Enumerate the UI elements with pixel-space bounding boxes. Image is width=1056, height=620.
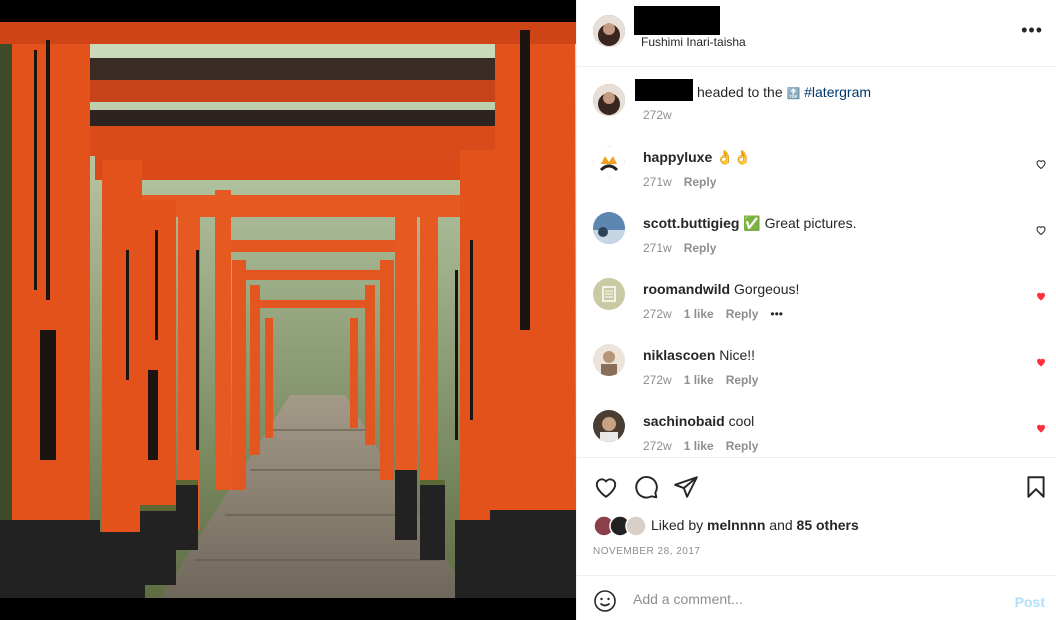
- commenter-avatar[interactable]: [593, 212, 625, 244]
- happyluxe-avatar-image: [593, 146, 625, 178]
- reply-button[interactable]: Reply: [726, 307, 759, 321]
- post-details-panel: Fushimi Inari-taisha ••• headed to the 🔝…: [576, 0, 1056, 620]
- bookmark-icon[interactable]: [1023, 474, 1049, 500]
- likes-and: and: [769, 517, 793, 533]
- likes-prefix: Liked by: [651, 517, 704, 533]
- heart-filled-icon[interactable]: [1035, 290, 1047, 302]
- like-heart-icon[interactable]: [593, 474, 619, 500]
- heart-filled-icon[interactable]: [1035, 356, 1047, 368]
- caption-timestamp[interactable]: 272w: [643, 108, 672, 122]
- more-options-icon[interactable]: •••: [1021, 20, 1043, 41]
- comment-meta: 272w 1 like Reply: [643, 439, 770, 453]
- post-header: Fushimi Inari-taisha •••: [577, 0, 1056, 67]
- reply-button[interactable]: Reply: [726, 373, 759, 387]
- comment-meta: 272w 1 like Reply •••: [643, 307, 795, 321]
- commenter-avatar[interactable]: [593, 410, 625, 442]
- reply-button[interactable]: Reply: [684, 241, 717, 255]
- comment-more-icon[interactable]: •••: [770, 307, 783, 321]
- caption-body: headed to the: [697, 84, 783, 100]
- comment-item: niklascoen Nice!! 272w 1 like Reply: [577, 344, 1056, 410]
- commenter-avatar[interactable]: [593, 278, 625, 310]
- likes-others-link[interactable]: 85 others: [797, 517, 859, 533]
- hashtag-link[interactable]: #latergram: [804, 84, 871, 100]
- comment-time[interactable]: 271w: [643, 241, 672, 255]
- heart-filled-icon[interactable]: [1035, 422, 1047, 434]
- comment-time[interactable]: 272w: [643, 307, 672, 321]
- comment-username[interactable]: scott.buttigieg: [643, 215, 739, 231]
- reply-button[interactable]: Reply: [726, 439, 759, 453]
- scott-avatar-image: [593, 212, 625, 244]
- liker-avatars[interactable]: [593, 515, 647, 537]
- heart-outline-icon[interactable]: [1035, 224, 1047, 236]
- add-comment-bar: Post: [577, 575, 1056, 620]
- comment-meta: 272w 1 like Reply: [643, 373, 770, 387]
- comment-line: happyluxe 👌👌: [643, 149, 751, 166]
- post-actions: Liked by melnnnn and 85 others NOVEMBER …: [577, 457, 1056, 575]
- likes-text: Liked by melnnnn and 85 others: [651, 517, 859, 533]
- author-username-redacted: [634, 6, 720, 35]
- comment-icon[interactable]: [633, 474, 659, 500]
- comment-item: happyluxe 👌👌 271w Reply: [577, 146, 1056, 212]
- author-photo: [593, 15, 625, 47]
- emoji-icon[interactable]: [593, 589, 617, 613]
- post-photo[interactable]: [0, 0, 576, 620]
- comment-text: Nice!!: [719, 347, 756, 363]
- comment-text: Gorgeous!: [734, 281, 800, 297]
- comment-username[interactable]: roomandwild: [643, 281, 730, 297]
- comment-line: sachinobaid cool: [643, 413, 754, 429]
- comment-likes[interactable]: 1 like: [684, 373, 714, 387]
- comment-time[interactable]: 272w: [643, 439, 672, 453]
- comment-username[interactable]: niklascoen: [643, 347, 715, 363]
- comment-likes[interactable]: 1 like: [684, 307, 714, 321]
- heart-outline-icon[interactable]: [1035, 158, 1047, 170]
- comment-input[interactable]: [633, 587, 1003, 611]
- author-avatar[interactable]: [593, 15, 625, 47]
- sachinobaid-avatar-image: [593, 410, 625, 442]
- comment-likes[interactable]: 1 like: [684, 439, 714, 453]
- post-location[interactable]: Fushimi Inari-taisha: [641, 35, 746, 49]
- roomandwild-avatar-image: [593, 278, 625, 310]
- comment-username[interactable]: sachinobaid: [643, 413, 725, 429]
- commenter-avatar[interactable]: [593, 146, 625, 178]
- comment-line: roomandwild Gorgeous!: [643, 281, 799, 297]
- comment-meta: 271w Reply: [643, 241, 728, 255]
- comment-time[interactable]: 272w: [643, 373, 672, 387]
- caption-text: headed to the 🔝 #latergram: [697, 84, 871, 100]
- share-icon[interactable]: [673, 474, 699, 500]
- comment-meta: 271w Reply: [643, 175, 728, 189]
- comment-line: niklascoen Nice!!: [643, 347, 755, 363]
- comment-text: ✅ Great pictures.: [743, 215, 857, 231]
- comment-line: scott.buttigieg ✅ Great pictures.: [643, 215, 856, 232]
- comment-username[interactable]: happyluxe: [643, 149, 712, 165]
- comment-time[interactable]: 271w: [643, 175, 672, 189]
- caption-author-avatar[interactable]: [593, 84, 625, 116]
- comment-item: scott.buttigieg ✅ Great pictures. 271w Re…: [577, 212, 1056, 278]
- caption-username-redacted: [635, 79, 693, 101]
- commenter-avatar[interactable]: [593, 344, 625, 376]
- niklascoen-avatar-image: [593, 344, 625, 376]
- torii-gates-image: [0, 0, 576, 620]
- comment-text: cool: [728, 413, 755, 429]
- comment-text: 👌👌: [716, 149, 752, 165]
- top-emoji-icon: 🔝: [786, 88, 801, 100]
- comment-item: roomandwild Gorgeous! 272w 1 like Reply •••: [577, 278, 1056, 344]
- post-comment-button[interactable]: Post: [1015, 594, 1045, 610]
- post-viewer: Fushimi Inari-taisha ••• headed to the 🔝…: [0, 0, 1056, 620]
- reply-button[interactable]: Reply: [684, 175, 717, 189]
- caption-author-photo: [593, 84, 625, 116]
- liker-username[interactable]: melnnnn: [707, 517, 765, 533]
- post-date[interactable]: NOVEMBER 28, 2017: [593, 546, 700, 557]
